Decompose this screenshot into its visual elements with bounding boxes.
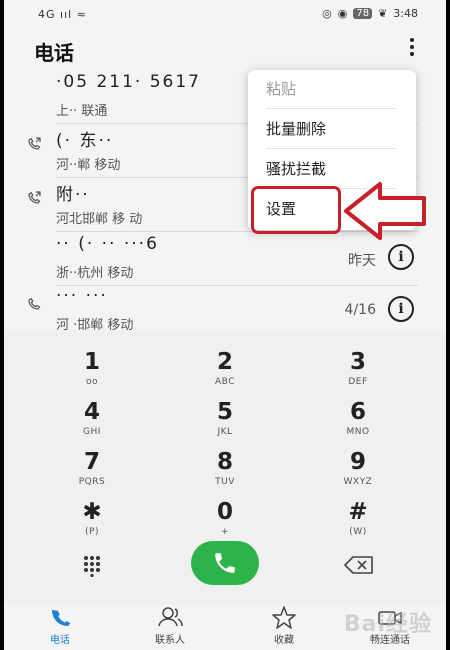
key-1[interactable]: 1 oo — [22, 348, 162, 398]
watermark: Bai经验 — [343, 612, 432, 637]
call-location: 上·· 联通 — [56, 104, 108, 119]
call-number: ··· ··· — [56, 286, 108, 306]
dial-keypad: 1 oo 2 ABC 3 DEF 4 GHI 5 JKL 6 MNO 7 PQRS 8 TUV … — [4, 330, 446, 650]
tab-label: 收藏 — [274, 635, 294, 646]
key-letters: + — [220, 527, 230, 537]
signal-indicator: 4G ııl ≈ — [38, 8, 87, 21]
status-bar: 4G ııl ≈ ◎ ◉ 78 ❦ 3:48 — [4, 0, 446, 28]
key-5[interactable]: 5 JKL — [155, 398, 295, 448]
annotation-arrow-icon — [344, 182, 426, 240]
key-letters: (W) — [349, 527, 367, 537]
key-9[interactable]: 9 WXYZ — [288, 448, 428, 498]
tab-favorites[interactable]: 收藏 — [244, 605, 324, 646]
status-right: ◎ ◉ 78 ❦ 3:48 — [322, 7, 418, 20]
menu-divider — [266, 108, 396, 109]
key-digit: 5 — [216, 399, 233, 425]
key-8[interactable]: 8 TUV — [155, 448, 295, 498]
call-date: 4/16 — [344, 302, 376, 318]
key-3[interactable]: 3 DEF — [288, 348, 428, 398]
leaf-icon: ❦ — [378, 7, 388, 20]
key-letters: TUV — [215, 477, 235, 487]
outgoing-call-icon — [28, 191, 41, 204]
star-icon — [272, 606, 296, 629]
key-digit: 7 — [83, 449, 100, 475]
key-digit: 9 — [349, 449, 366, 475]
call-button[interactable] — [191, 541, 259, 585]
app-bar: 电话 — [4, 28, 446, 70]
call-number: 附·· — [56, 185, 90, 205]
tab-phone[interactable]: 电话 — [20, 605, 100, 646]
key-letters: JKL — [217, 427, 233, 437]
key-letters: ABC — [215, 377, 235, 387]
key-7[interactable]: 7 PQRS — [22, 448, 162, 498]
key-digit: 6 — [349, 399, 366, 425]
headset-icon: ◎ — [322, 7, 332, 20]
info-icon[interactable]: i — [388, 244, 414, 270]
call-number: ·05 211· 5617 — [56, 72, 201, 92]
tab-label: 联系人 — [155, 635, 185, 646]
key-digit: 0 — [216, 499, 233, 525]
menu-item-paste[interactable]: 粘贴 — [266, 70, 398, 108]
key-letters: WXYZ — [343, 477, 373, 487]
menu-item-batch-delete[interactable]: 批量删除 — [266, 110, 398, 148]
info-icon[interactable]: i — [388, 296, 414, 322]
call-number: (· 东·· — [56, 131, 114, 151]
contacts-icon — [158, 607, 183, 627]
tab-contacts[interactable]: 联系人 — [130, 605, 210, 646]
key-digit: ✱ — [82, 499, 102, 525]
tab-label: 电话 — [50, 635, 70, 646]
backspace-icon[interactable] — [344, 556, 374, 574]
key-letters: (P) — [85, 527, 99, 537]
key-digit: 8 — [216, 449, 233, 475]
key-6[interactable]: 6 MNO — [288, 398, 428, 448]
eye-icon: ◉ — [337, 7, 348, 20]
key-digit: 1 — [83, 349, 100, 375]
call-number: ·· (· ·· ···6 — [56, 234, 159, 254]
key-letters: PQRS — [78, 477, 106, 487]
key-digit: # — [348, 499, 368, 525]
call-date: 昨天 — [348, 253, 376, 269]
battery-indicator: 78 — [353, 8, 373, 19]
key-2[interactable]: 2 ABC — [155, 348, 295, 398]
phone-icon — [52, 610, 71, 626]
key-letters: oo — [85, 377, 98, 387]
call-location: 浙··杭州 移动 — [56, 266, 134, 281]
key-digit: 2 — [216, 349, 233, 375]
call-location: 河··郸 移动 — [56, 158, 121, 173]
call-location: 河北邯郸 移 动 — [56, 212, 143, 227]
page-title: 电话 — [34, 41, 74, 65]
outgoing-call-icon — [28, 137, 41, 150]
key-hash[interactable]: # (W) — [288, 498, 428, 548]
dialpad-toggle-icon[interactable] — [82, 555, 102, 577]
phone-screen: 4G ııl ≈ ◎ ◉ 78 ❦ 3:48 电话 ·05 211· 5617 … — [4, 0, 446, 650]
settings-highlight-box — [251, 186, 341, 234]
menu-divider — [266, 148, 396, 149]
clock: 3:48 — [393, 7, 418, 20]
key-letters: DEF — [348, 377, 368, 387]
key-4[interactable]: 4 GHI — [22, 398, 162, 448]
phone-icon — [215, 553, 235, 573]
phone-call-icon — [28, 297, 41, 310]
key-letters: GHI — [83, 427, 101, 437]
key-digit: 4 — [83, 399, 100, 425]
more-options-icon[interactable] — [408, 38, 416, 60]
key-letters: MNO — [346, 427, 370, 437]
key-star[interactable]: ✱ (P) — [22, 498, 162, 548]
key-digit: 3 — [349, 349, 366, 375]
